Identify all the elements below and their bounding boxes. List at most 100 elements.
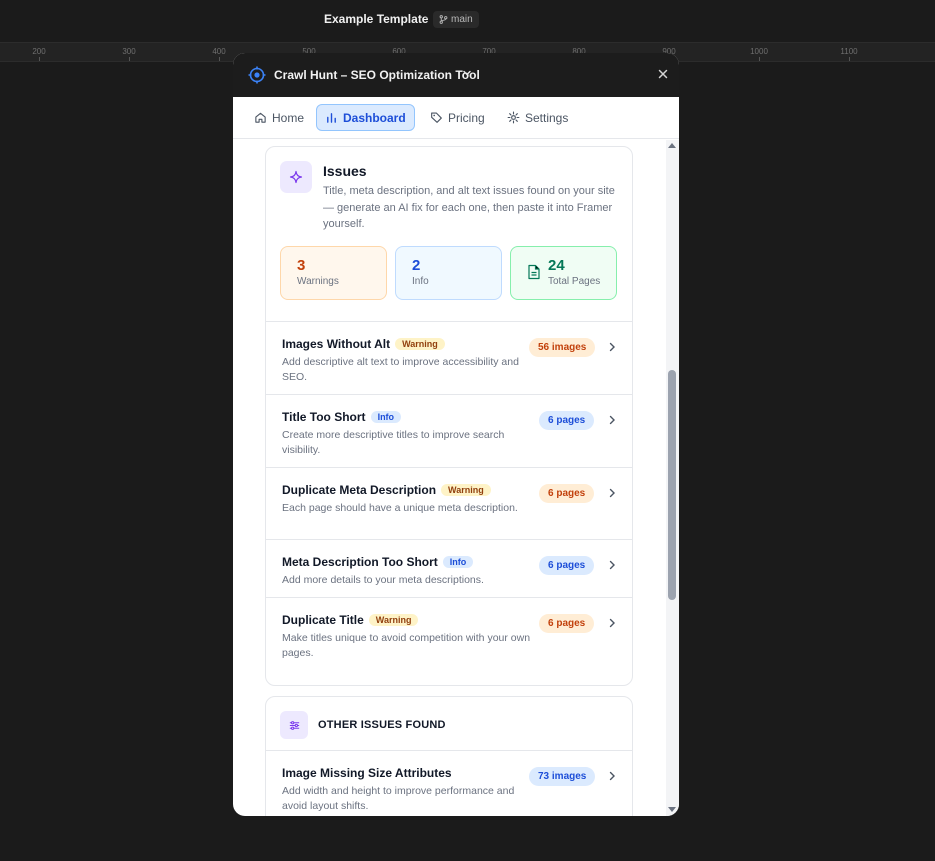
total-pages-stat[interactable]: 24 Total Pages bbox=[510, 246, 617, 300]
issue-count-pill: 6 pages bbox=[539, 556, 595, 575]
issue-count-pill: 73 images bbox=[529, 767, 596, 786]
git-branch-icon bbox=[439, 15, 448, 24]
ruler-tick-mark bbox=[129, 57, 130, 61]
tab-home-label: Home bbox=[272, 110, 305, 125]
scroll-up-arrow-icon[interactable] bbox=[668, 143, 676, 148]
home-icon bbox=[255, 112, 266, 123]
scrollbar[interactable] bbox=[666, 140, 679, 816]
tab-dashboard-label: Dashboard bbox=[343, 110, 406, 125]
chevron-right-icon[interactable] bbox=[606, 487, 618, 499]
issue-description: Make titles unique to avoid competition … bbox=[282, 632, 531, 659]
chevron-right-icon[interactable] bbox=[606, 770, 618, 782]
plugin-title: Crawl Hunt – SEO Optimization Tool bbox=[274, 68, 480, 82]
crawl-hunt-logo-icon bbox=[248, 66, 266, 84]
issue-title-line: Images Without Alt Warning bbox=[282, 337, 445, 351]
issues-icon-box bbox=[280, 161, 312, 193]
ruler-tick: 1100 bbox=[840, 47, 858, 56]
branch-name: main bbox=[451, 14, 473, 25]
sliders-icon bbox=[289, 720, 299, 730]
issue-title-line: Title Too Short Info bbox=[282, 410, 402, 424]
issue-description: Create more descriptive titles to improv… bbox=[282, 429, 505, 456]
issue-row[interactable]: Title Too Short Info Create more descript… bbox=[266, 394, 632, 467]
issue-row[interactable]: Images Without Alt Warning Add descriptiv… bbox=[266, 321, 632, 394]
tab-settings-label: Settings bbox=[525, 110, 569, 125]
issue-title-line: Duplicate Meta Description Warning bbox=[282, 483, 491, 497]
info-stat[interactable]: 2 Info bbox=[395, 246, 502, 300]
issue-title: Duplicate Title bbox=[282, 613, 364, 627]
issue-count-pill: 6 pages bbox=[539, 411, 595, 430]
ruler-tick-mark bbox=[39, 57, 40, 61]
severity-badge: Info bbox=[370, 411, 402, 423]
close-icon[interactable] bbox=[656, 67, 670, 81]
plugin-header[interactable]: Crawl Hunt – SEO Optimization Tool bbox=[233, 53, 679, 97]
tag-icon bbox=[431, 112, 442, 123]
document-icon bbox=[528, 264, 540, 280]
chevron-down-icon[interactable] bbox=[462, 68, 472, 78]
warnings-count: 3 bbox=[297, 257, 306, 274]
severity-badge: Warning bbox=[441, 484, 491, 496]
other-issues-icon-box bbox=[280, 711, 308, 739]
sparkle-icon bbox=[289, 170, 303, 184]
severity-badge: Info bbox=[442, 556, 474, 568]
other-issues-card: OTHER ISSUES FOUND Image Missing Size At… bbox=[265, 696, 633, 816]
issue-description: Add width and height to improve performa… bbox=[282, 785, 515, 812]
bar-chart-icon bbox=[327, 113, 336, 123]
issue-row[interactable]: Image Missing Size Attributes Add width … bbox=[266, 750, 632, 816]
issue-row[interactable]: Duplicate Title Warning Make titles uniqu… bbox=[266, 597, 632, 677]
issue-title-line: Meta Description Too Short Info bbox=[282, 555, 474, 569]
issues-card: Issues Title, meta description, and alt … bbox=[265, 146, 633, 686]
ruler-tick: 1000 bbox=[750, 47, 768, 56]
issue-row[interactable]: Duplicate Meta Description Warning Each p… bbox=[266, 467, 632, 539]
warnings-stat[interactable]: 3 Warnings bbox=[280, 246, 387, 300]
chevron-right-icon[interactable] bbox=[606, 559, 618, 571]
ruler-tick: 300 bbox=[122, 47, 136, 56]
info-count: 2 bbox=[412, 257, 421, 274]
issue-description: Each page should have a unique meta desc… bbox=[282, 502, 518, 514]
issue-count-pill: 6 pages bbox=[539, 614, 595, 633]
tab-settings[interactable]: Settings bbox=[499, 104, 576, 131]
issue-description: Add descriptive alt text to improve acce… bbox=[282, 356, 519, 383]
issue-title: Meta Description Too Short bbox=[282, 555, 438, 569]
ruler-tick: 400 bbox=[212, 47, 226, 56]
tab-dashboard[interactable]: Dashboard bbox=[316, 104, 415, 131]
ruler-tick-mark bbox=[219, 57, 220, 61]
scrollbar-thumb[interactable] bbox=[668, 370, 676, 600]
total-pages-label: Total Pages bbox=[548, 276, 601, 287]
issue-title-line: Duplicate Title Warning bbox=[282, 613, 419, 627]
issue-description: Add more details to your meta descriptio… bbox=[282, 574, 484, 586]
dashboard-content[interactable]: Issues Title, meta description, and alt … bbox=[233, 140, 679, 816]
branch-badge[interactable]: main bbox=[433, 11, 479, 28]
issue-title: Images Without Alt bbox=[282, 337, 391, 351]
nav-bar: Home Dashboard Pricing Settings bbox=[233, 97, 679, 139]
ruler-tick-mark bbox=[849, 57, 850, 61]
tab-pricing[interactable]: Pricing bbox=[422, 104, 493, 131]
issue-title: Duplicate Meta Description bbox=[282, 483, 437, 497]
scroll-down-arrow-icon[interactable] bbox=[668, 807, 676, 812]
title-separator: · bbox=[425, 12, 429, 24]
chevron-right-icon[interactable] bbox=[606, 617, 618, 629]
total-pages-count: 24 bbox=[548, 257, 565, 274]
top-bar: Example Template · main bbox=[0, 0, 935, 42]
tab-home[interactable]: Home bbox=[246, 104, 312, 131]
issue-count-pill: 6 pages bbox=[539, 484, 595, 503]
warnings-label: Warnings bbox=[297, 276, 339, 287]
plugin-window: Crawl Hunt – SEO Optimization Tool Home … bbox=[233, 53, 679, 816]
issue-title: Title Too Short bbox=[282, 410, 366, 424]
issue-row[interactable]: Meta Description Too Short Info Add more … bbox=[266, 539, 632, 597]
issues-title: Issues bbox=[323, 163, 367, 179]
info-label: Info bbox=[412, 276, 429, 287]
chevron-right-icon[interactable] bbox=[606, 414, 618, 426]
tab-pricing-label: Pricing bbox=[448, 110, 485, 125]
severity-badge: Warning bbox=[368, 614, 419, 626]
issues-list: Images Without Alt Warning Add descriptiv… bbox=[266, 321, 632, 677]
chevron-right-icon[interactable] bbox=[606, 341, 618, 353]
issues-description: Title, meta description, and alt text is… bbox=[323, 185, 615, 230]
project-title[interactable]: Example Template bbox=[324, 12, 428, 26]
ruler-tick-mark bbox=[759, 57, 760, 61]
ruler-tick: 200 bbox=[32, 47, 46, 56]
issue-title: Image Missing Size Attributes bbox=[282, 766, 452, 780]
issue-count-pill: 56 images bbox=[529, 338, 596, 357]
severity-badge: Warning bbox=[395, 338, 445, 350]
other-issues-title: OTHER ISSUES FOUND bbox=[318, 719, 446, 731]
gear-icon bbox=[507, 111, 520, 124]
